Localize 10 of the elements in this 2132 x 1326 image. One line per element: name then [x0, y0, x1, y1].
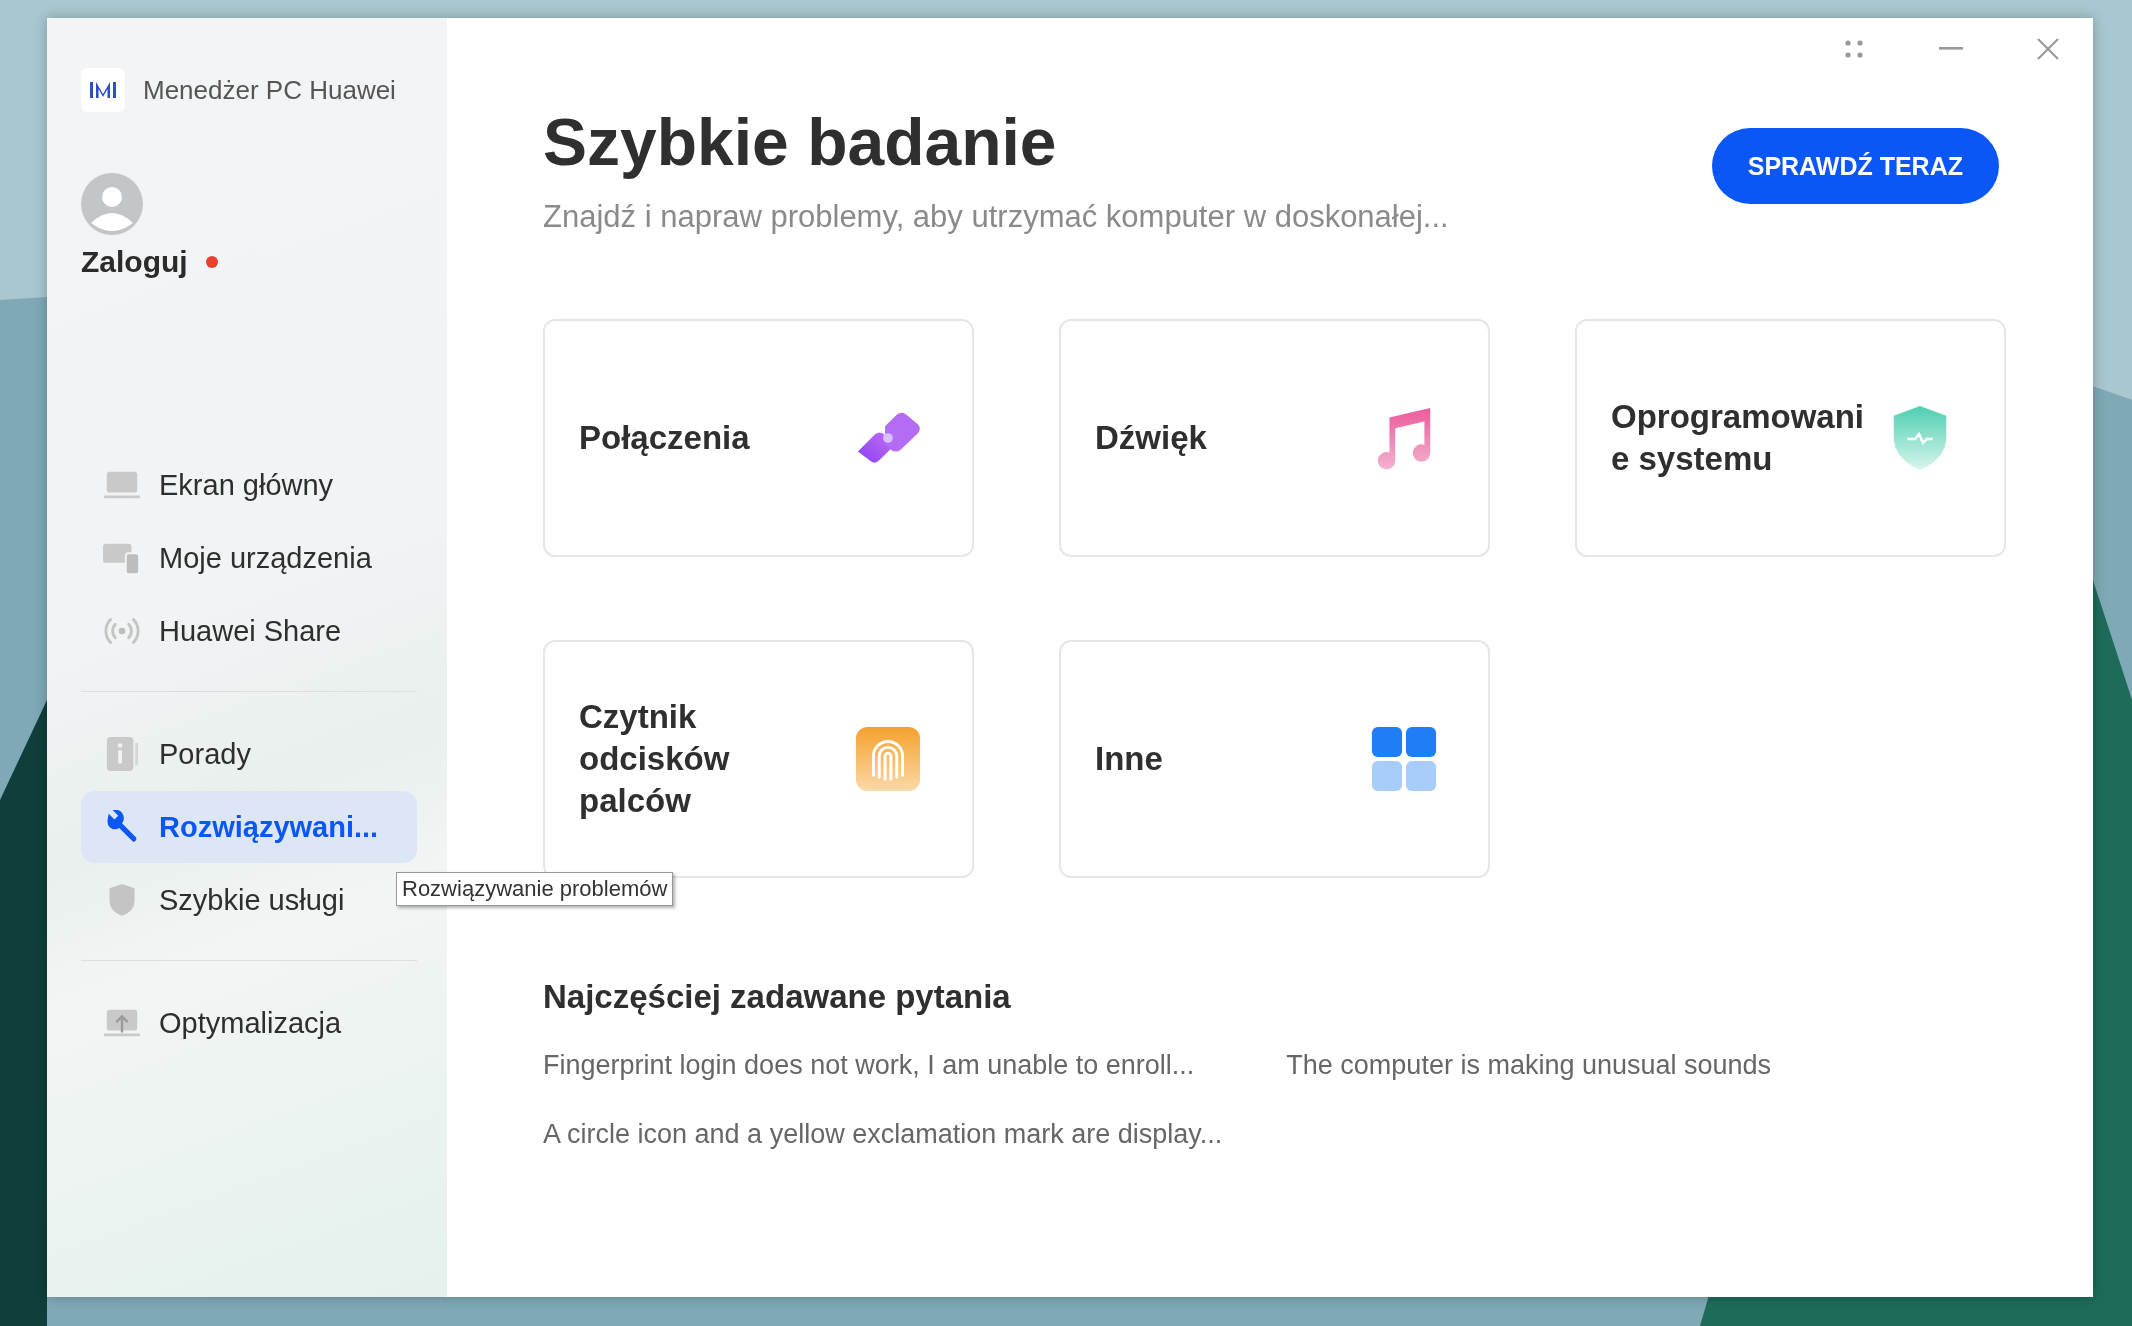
card-label: Czytnik odcisków palców: [579, 696, 731, 821]
page-subtitle: Znajdź i napraw problemy, aby utrzymać komputer w doskonałej...: [543, 198, 1449, 235]
card-label: Inne: [1095, 738, 1164, 779]
app-title: Menedżer PC Huawei: [143, 74, 396, 106]
page-title: Szybkie badanie: [543, 106, 1058, 179]
faq-heading: Najczęściej zadawane pytania: [543, 977, 1012, 1016]
tooltip: Rozwiązywanie problemów: [396, 872, 674, 906]
card-label: Dźwięk: [1095, 417, 1208, 458]
card-label: Oprogramowanie systemu: [1611, 396, 1866, 479]
card-label: Połączenia: [579, 417, 751, 458]
